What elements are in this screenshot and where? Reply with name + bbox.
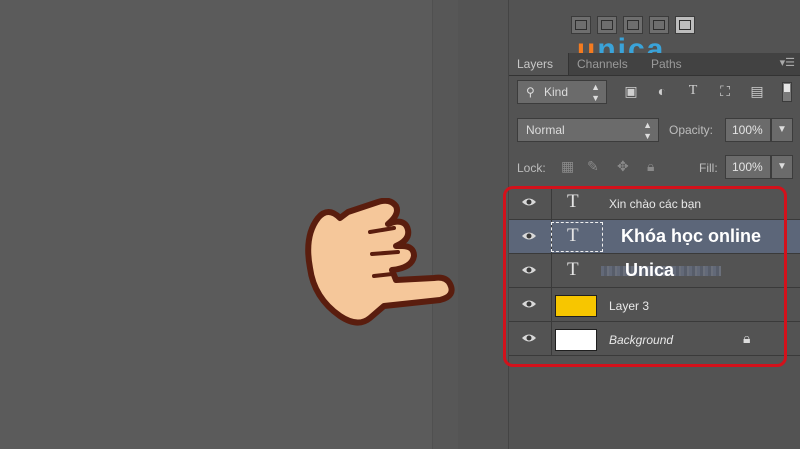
adjustment-filter-icon[interactable]: ◐ <box>654 84 670 98</box>
text-layer-icon: T <box>567 259 579 280</box>
opacity-dropdown[interactable]: ▼ <box>771 118 793 142</box>
blend-mode-select[interactable]: Normal ▲ ▼ <box>517 118 659 142</box>
eye-icon[interactable] <box>521 331 537 345</box>
eye-icon[interactable] <box>521 195 537 209</box>
divider <box>551 322 552 356</box>
style-icon-3[interactable] <box>623 16 643 34</box>
stepper-arrows-icon: ▲ ▼ <box>643 120 652 141</box>
layer-row[interactable]: Layer 3 <box>509 288 800 322</box>
layer-thumbnail <box>555 295 597 317</box>
pointing-hand-icon <box>305 198 455 326</box>
layers-panel: unica Layers Channels Paths ▾☰ ⚲ Kind ▲ ▼… <box>508 0 800 449</box>
lock-brush-icon[interactable]: ✎ <box>587 158 599 175</box>
style-icon-4[interactable] <box>649 16 669 34</box>
panel-tabs: Layers Channels Paths ▾☰ <box>509 53 800 76</box>
panel-menu-icon[interactable]: ▾☰ <box>780 56 795 69</box>
lock-all-icon[interactable]: 🔒︎ <box>647 158 654 175</box>
layer-row[interactable]: T Unica <box>509 254 800 288</box>
style-icon-1[interactable] <box>571 16 591 34</box>
layer-row[interactable]: T Xin chào các bạn <box>509 186 800 220</box>
text-layer-icon: T <box>567 191 579 212</box>
layer-name: Khóa học online <box>621 226 762 246</box>
divider <box>551 186 552 220</box>
fill-label: Fill: <box>699 161 718 175</box>
fill-input[interactable]: 100% <box>725 155 771 179</box>
tab-paths[interactable]: Paths <box>643 53 703 75</box>
lock-transparent-icon[interactable]: ▦ <box>561 158 574 175</box>
style-icon-2[interactable] <box>597 16 617 34</box>
lock-move-icon[interactable]: ✥ <box>617 158 629 175</box>
smart-object-filter-icon[interactable]: ▤ <box>749 84 765 98</box>
shape-filter-icon[interactable]: ⛶ <box>717 84 733 98</box>
eye-icon[interactable] <box>521 263 537 277</box>
filter-toggle[interactable] <box>782 82 792 102</box>
opacity-input[interactable]: 100% <box>725 118 771 142</box>
eye-icon[interactable] <box>521 297 537 311</box>
tab-layers[interactable]: Layers <box>509 53 569 75</box>
opacity-label: Opacity: <box>669 123 714 137</box>
lock-icon: 🔒︎ <box>743 330 751 346</box>
eye-icon[interactable] <box>521 229 537 243</box>
layer-name: Layer 3 <box>609 299 650 313</box>
layer-name: Background <box>609 333 674 347</box>
lock-label: Lock: <box>517 161 546 175</box>
stepper-arrows-icon: ▲ ▼ <box>591 82 600 103</box>
divider <box>551 288 552 322</box>
text-layer-icon: T <box>567 225 579 246</box>
type-filter-icon[interactable]: T <box>685 84 701 98</box>
style-icons <box>571 16 695 34</box>
layer-name: Unica <box>625 260 675 280</box>
divider <box>551 254 552 288</box>
style-icon-5[interactable] <box>675 16 695 34</box>
filter-kind-select[interactable]: ⚲ Kind ▲ ▼ <box>517 80 607 104</box>
fill-dropdown[interactable]: ▼ <box>771 155 793 179</box>
layer-thumbnail <box>555 329 597 351</box>
layer-row-selected[interactable]: T Khóa học online <box>509 220 800 254</box>
layer-row[interactable]: Background 🔒︎ <box>509 322 800 356</box>
search-icon: ⚲ <box>526 85 535 99</box>
tab-channels[interactable]: Channels <box>569 53 643 75</box>
panel-gutter <box>458 0 508 449</box>
image-filter-icon[interactable]: ▣ <box>623 84 639 98</box>
layer-name: Xin chào các bạn <box>609 197 702 211</box>
